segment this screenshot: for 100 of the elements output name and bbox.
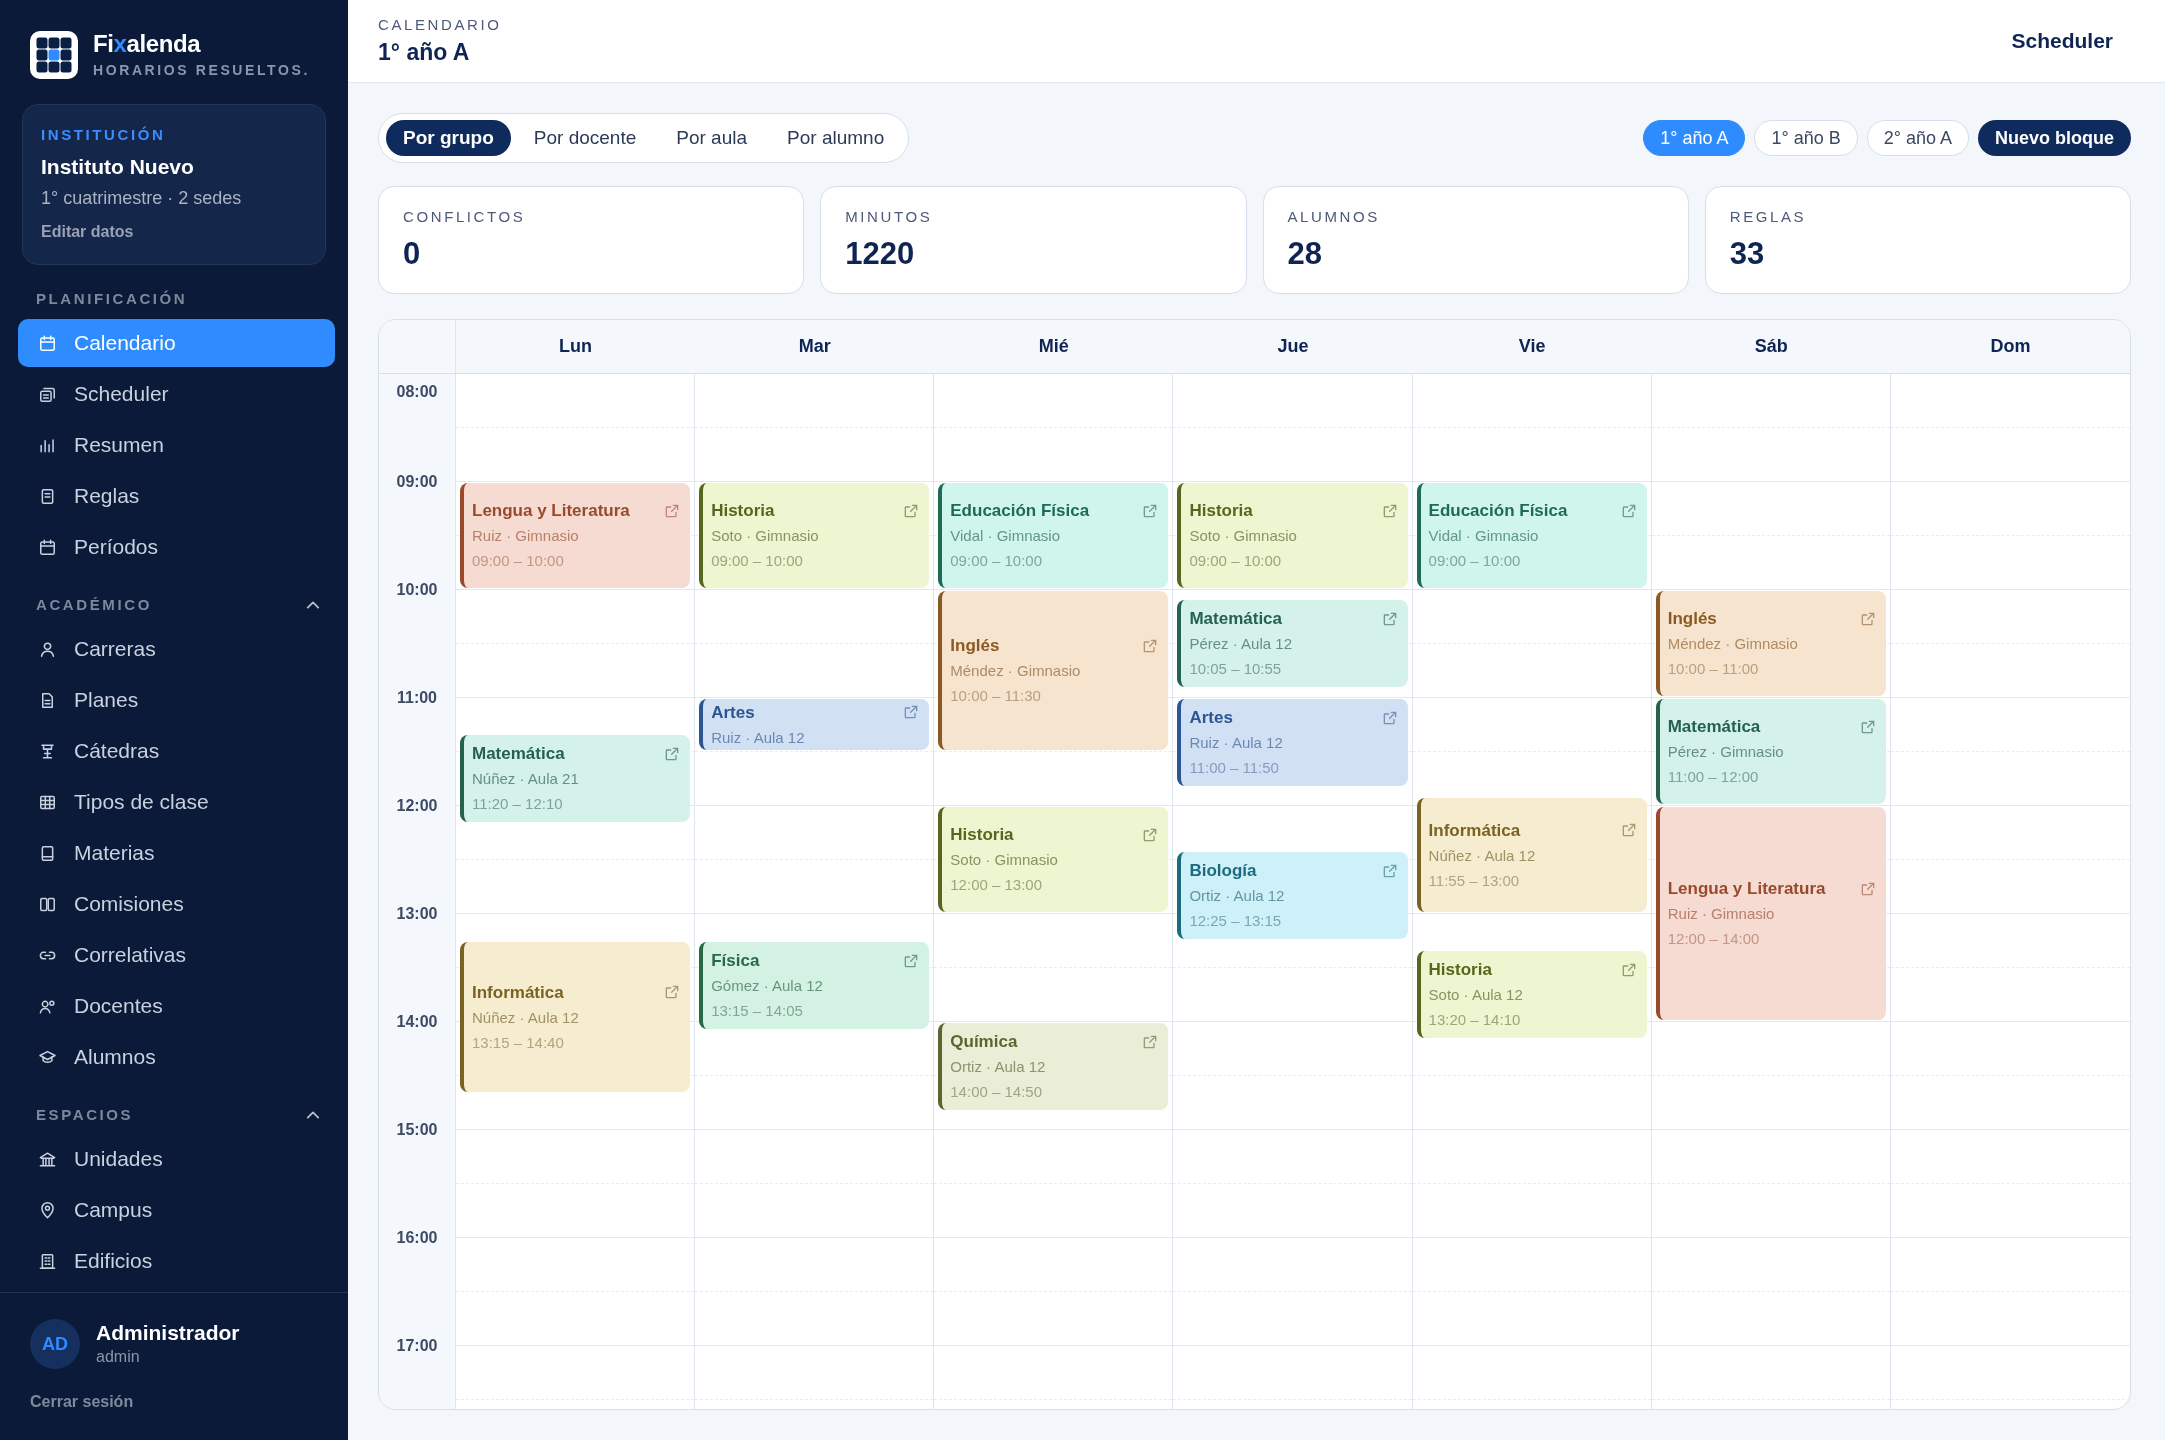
external-link-icon[interactable] [1381,862,1398,879]
event-time: 10:00 – 11:00 [1667,659,1760,679]
event-card[interactable]: Química Ortiz · Aula 12 14:00 – 14:50 [938,1023,1169,1110]
time-label: 10:00 [396,581,438,599]
logout-link[interactable]: Cerrar sesión [30,1392,134,1412]
external-link-icon[interactable] [1859,610,1876,627]
event-time: 13:20 – 14:10 [1428,1010,1522,1030]
nav-item[interactable]: Períodos [18,523,335,571]
event-title: Lengua y Literatura [472,500,630,522]
external-link-icon[interactable] [903,502,920,519]
event-card[interactable]: Informática Núñez · Aula 12 13:15 – 14:40 [460,942,691,1092]
external-link-icon[interactable] [1381,610,1398,627]
view-tab[interactable]: Por grupo [386,120,511,156]
external-link-icon[interactable] [1142,826,1159,843]
event-card[interactable]: Inglés Méndez · Gimnasio 10:00 – 11:30 [938,591,1169,750]
view-tab[interactable]: Por docente [516,120,654,156]
external-link-icon[interactable] [1142,637,1159,654]
time-label: 15:00 [396,1121,438,1139]
external-link-icon[interactable] [1620,502,1637,519]
nav-item[interactable]: Scheduler [18,370,335,418]
nav-item[interactable]: Materias [18,829,335,877]
event-card[interactable]: Matemática Pérez · Gimnasio 11:00 – 12:00 [1655,699,1886,804]
event-detail: Ruiz · Gimnasio [472,526,580,546]
event-card[interactable]: Matemática Núñez · Aula 21 11:20 – 12:10 [460,735,691,822]
external-link-icon[interactable] [1859,718,1876,735]
event-time: 09:00 – 10:00 [472,551,565,571]
event-card[interactable]: Inglés Méndez · Gimnasio 10:00 – 11:00 [1655,591,1886,696]
view-tab[interactable]: Por aula [659,120,765,156]
event-title: Historia [711,500,775,522]
event-card[interactable]: Lengua y Literatura Ruiz · Gimnasio 09:00 – 10:00 [460,483,691,588]
event-title: Inglés [950,635,1000,657]
event-card[interactable]: Historia Soto · Gimnasio 09:00 – 10:00 [699,483,930,588]
nav-item[interactable]: Cátedras [18,727,335,775]
event-time: 11:55 – 13:00 [1428,870,1521,891]
day-label: Sáb [1754,336,1788,357]
event-time: 12:00 – 14:00 [1667,929,1761,949]
event-title: Artes [1189,707,1233,729]
event-card[interactable]: Educación Física Vidal · Gimnasio 09:00 – 10:00 [1416,483,1647,588]
nav-item[interactable]: Carreras [18,625,335,673]
external-link-icon[interactable] [1620,961,1637,978]
nav-item[interactable]: Unidades [18,1135,335,1183]
external-link-icon[interactable] [664,502,681,519]
external-link-icon[interactable] [1381,709,1398,726]
institution-meta: 1° cuatrimestre · 2 sedes [41,187,242,210]
event-card[interactable]: Lengua y Literatura Ruiz · Gimnasio 12:00 – 14:00 [1655,807,1886,1020]
view-tab[interactable]: Por alumno [770,120,902,156]
stat-value: 33 [1729,236,1765,272]
external-link-icon[interactable] [1142,1033,1159,1050]
event-detail: Núñez · Aula 12 [1428,845,1537,866]
external-link-icon[interactable] [903,952,920,969]
nav-item[interactable]: Campus [18,1186,335,1234]
person-icon [38,639,57,659]
nav-item[interactable]: Comisiones [18,880,335,928]
event-detail: Gómez · Aula 12 [711,976,824,996]
institution-name: Instituto Nuevo [41,154,194,180]
nav-item[interactable]: Tipos de clase [18,778,335,826]
event-card[interactable]: Educación Física Vidal · Gimnasio 09:00 – 10:00 [938,483,1169,588]
external-link-icon[interactable] [1142,502,1159,519]
nav-item[interactable]: Reglas [18,472,335,520]
lectern-icon [38,741,57,761]
scheduler-link[interactable]: Scheduler [2011,29,2113,53]
event-card[interactable]: Matemática Pérez · Aula 12 10:05 – 10:55 [1177,600,1408,687]
external-link-icon[interactable] [903,704,920,720]
brand-tagline: HORARIOS RESUELTOS. [93,61,310,79]
event-detail: Soto · Gimnasio [950,850,1059,870]
nav-item[interactable]: Alumnos [18,1033,335,1081]
group-chip[interactable]: 1° año B [1754,120,1858,156]
group-chip[interactable]: 2° año A [1866,120,1969,156]
event-time: 09:00 – 10:00 [711,551,804,571]
new-block-button[interactable]: Nuevo bloque [1978,120,2131,156]
nav-item[interactable]: Edificios [18,1237,335,1285]
event-card[interactable]: Física Gómez · Aula 12 13:15 – 14:05 [699,942,930,1029]
time-label: 08:00 [396,383,438,401]
stat-label: REGLAS [1729,207,1807,227]
brand-name: Fixalenda [93,30,202,57]
event-detail: Méndez · Gimnasio [1667,634,1799,654]
event-title: Educación Física [1428,500,1568,522]
event-card[interactable]: Historia Soto · Gimnasio 12:00 – 13:00 [938,807,1169,912]
event-detail: Ruiz · Gimnasio [1667,904,1776,924]
external-link-icon[interactable] [1620,822,1637,838]
event-card[interactable]: Informática Núñez · Aula 12 11:55 – 13:00 [1416,798,1647,912]
event-card[interactable]: Artes Ruiz · Aula 12 [699,699,930,750]
external-link-icon[interactable] [1381,502,1398,519]
stat-value: 28 [1287,236,1322,272]
event-card[interactable]: Historia Soto · Gimnasio 09:00 – 10:00 [1177,483,1408,588]
event-card[interactable]: Artes Ruiz · Aula 12 11:00 – 11:50 [1177,699,1408,786]
event-card[interactable]: Biología Ortiz · Aula 12 12:25 – 13:15 [1177,852,1408,939]
event-title: Historia [1428,959,1492,981]
external-link-icon[interactable] [664,984,681,1000]
stat-label: ALUMNOS [1287,207,1380,227]
external-link-icon[interactable] [1859,880,1876,897]
nav-item[interactable]: Correlativas [18,931,335,979]
event-time: 13:15 – 14:40 [472,1032,565,1053]
nav-item[interactable]: Planes [18,676,335,724]
external-link-icon[interactable] [664,745,681,762]
nav-item[interactable]: Resumen [18,421,335,469]
event-time: 12:25 – 13:15 [1189,911,1283,931]
edit-link[interactable]: Editar datos [41,222,134,242]
nav-item[interactable]: Docentes [18,982,335,1030]
event-card[interactable]: Historia Soto · Aula 12 13:20 – 14:10 [1416,951,1647,1038]
